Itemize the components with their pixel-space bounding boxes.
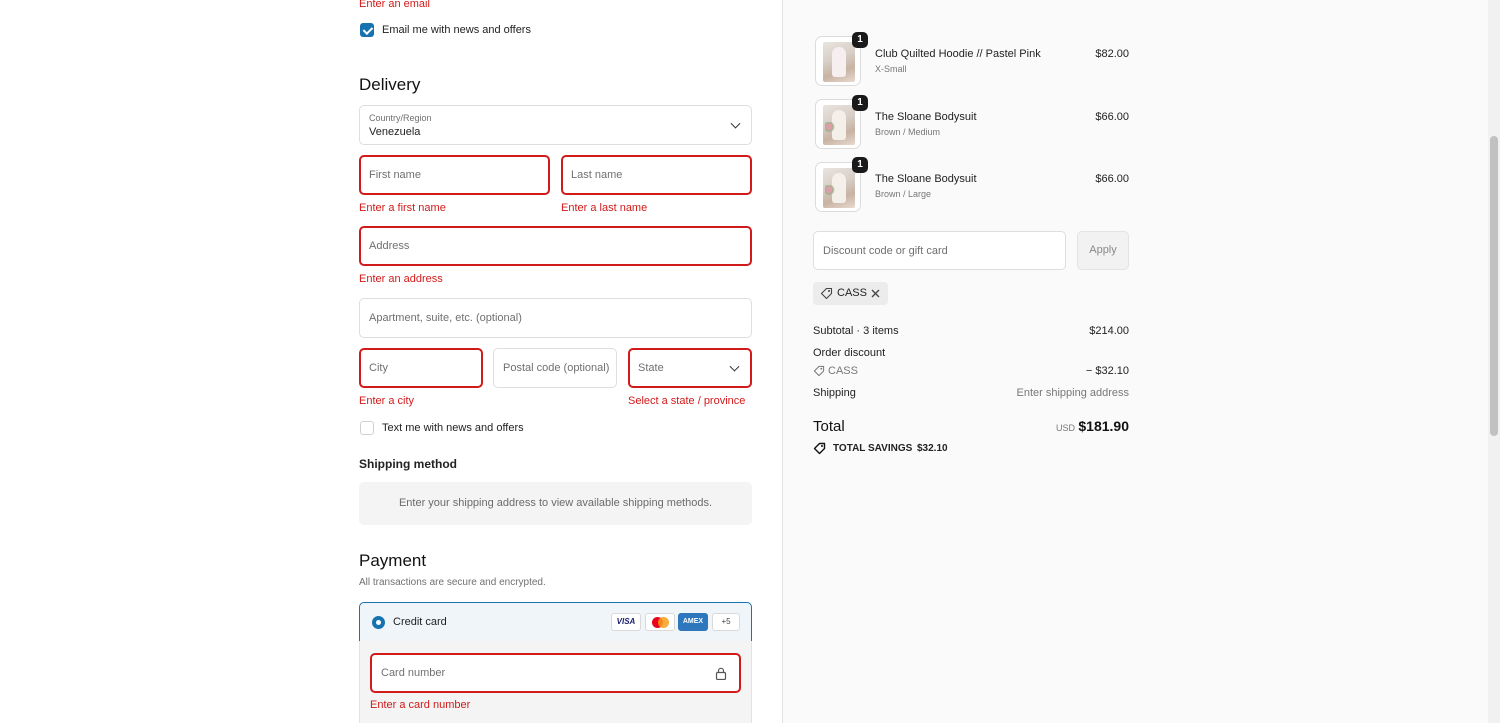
card-number-input[interactable]: Card number [370, 653, 741, 693]
product-name: The Sloane Bodysuit [875, 111, 977, 123]
checkout-form: Enter an email Email me with news and of… [0, 0, 782, 723]
payment-title: Payment [359, 551, 427, 570]
email-error: Enter an email [359, 0, 430, 10]
apply-button[interactable]: Apply [1077, 231, 1129, 270]
tag-icon [813, 365, 825, 377]
shipping-value: Enter shipping address [1016, 387, 1129, 399]
state-placeholder: State [638, 362, 664, 374]
apartment-input[interactable]: Apartment, suite, etc. (optional) [359, 298, 752, 338]
shipping-method-box: Enter your shipping address to view avai… [359, 482, 752, 525]
scrollbar-thumb[interactable] [1490, 136, 1498, 436]
order-summary: 1 Club Quilted Hoodie // Pastel Pink X-S… [782, 0, 1500, 723]
email-news-checkbox[interactable] [360, 23, 374, 37]
total-savings-label: TOTAL SAVINGS [833, 443, 913, 454]
discount-code-label: CASS [828, 365, 858, 377]
address-error: Enter an address [359, 273, 443, 285]
country-select[interactable]: Country/Region Venezuela [359, 105, 752, 145]
quantity-badge: 1 [852, 32, 868, 48]
country-label: Country/Region [369, 113, 432, 123]
subtotal-label: Subtotal · 3 items [813, 325, 899, 337]
credit-card-label: Credit card [393, 616, 447, 628]
product-price: $82.00 [1095, 48, 1129, 60]
visa-icon: VISA [611, 613, 641, 631]
scrollbar[interactable] [1488, 0, 1500, 723]
card-number-placeholder: Card number [381, 667, 446, 679]
first-name-error: Enter a first name [359, 202, 446, 214]
state-select[interactable]: State [628, 348, 752, 388]
quantity-badge: 1 [852, 95, 868, 111]
last-name-error: Enter a last name [561, 202, 648, 214]
state-error: Select a state / province [628, 395, 746, 407]
email-news-label: Email me with news and offers [382, 24, 531, 36]
text-news-label: Text me with news and offers [382, 422, 524, 434]
tag-icon [820, 287, 833, 300]
apartment-placeholder: Apartment, suite, etc. (optional) [369, 312, 522, 324]
postal-code-input[interactable]: Postal code (optional) [493, 348, 617, 388]
first-name-placeholder: First name [369, 169, 421, 181]
chevron-down-icon [730, 118, 741, 129]
address-placeholder: Address [369, 240, 410, 252]
last-name-input[interactable]: Last name [561, 155, 752, 195]
product-variant: Brown / Medium [875, 127, 941, 137]
text-news-checkbox[interactable] [360, 421, 374, 435]
more-cards-badge: +5 [712, 613, 740, 631]
product-price: $66.00 [1095, 111, 1129, 123]
discount-value: − $32.10 [1085, 365, 1129, 377]
city-placeholder: City [369, 362, 388, 374]
card-number-error: Enter a card number [370, 699, 471, 711]
first-name-input[interactable]: First name [359, 155, 550, 195]
order-discount-label: Order discount [813, 347, 886, 359]
shipping-method-message: Enter your shipping address to view avai… [398, 497, 713, 509]
total-savings-value: $32.10 [917, 443, 948, 454]
country-value: Venezuela [369, 126, 421, 138]
lock-icon [715, 667, 727, 680]
tag-icon [813, 442, 826, 455]
address-input[interactable]: Address [359, 226, 752, 266]
applied-code-tag: CASS [813, 282, 888, 305]
credit-card-radio[interactable] [372, 616, 385, 629]
shipping-label: Shipping [813, 387, 856, 399]
city-input[interactable]: City [359, 348, 483, 388]
quantity-badge: 1 [852, 157, 868, 173]
chevron-down-icon [729, 361, 740, 372]
amex-icon: AMEX [678, 613, 708, 631]
payment-subtitle: All transactions are secure and encrypte… [359, 577, 546, 588]
shipping-method-title: Shipping method [359, 457, 457, 471]
discount-code-placeholder: Discount code or gift card [823, 244, 948, 257]
product-variant: X-Small [875, 64, 907, 74]
total-label: Total [813, 418, 845, 435]
product-name: Club Quilted Hoodie // Pastel Pink [875, 48, 1041, 60]
product-name: The Sloane Bodysuit [875, 173, 977, 185]
total-value: $181.90 [1078, 418, 1129, 434]
discount-code-input[interactable]: Discount code or gift card [813, 231, 1066, 270]
postal-code-placeholder: Postal code (optional) [503, 362, 610, 374]
city-error: Enter a city [359, 395, 415, 407]
last-name-placeholder: Last name [571, 169, 623, 181]
close-icon[interactable] [870, 288, 881, 299]
subtotal-value: $214.00 [1089, 325, 1129, 337]
mastercard-icon [645, 613, 675, 631]
delivery-title: Delivery [359, 75, 421, 94]
product-variant: Brown / Large [875, 189, 932, 199]
credit-card-option[interactable]: Credit card VISA AMEX +5 [359, 602, 752, 642]
applied-code-label: CASS [837, 287, 867, 299]
product-price: $66.00 [1095, 173, 1129, 185]
